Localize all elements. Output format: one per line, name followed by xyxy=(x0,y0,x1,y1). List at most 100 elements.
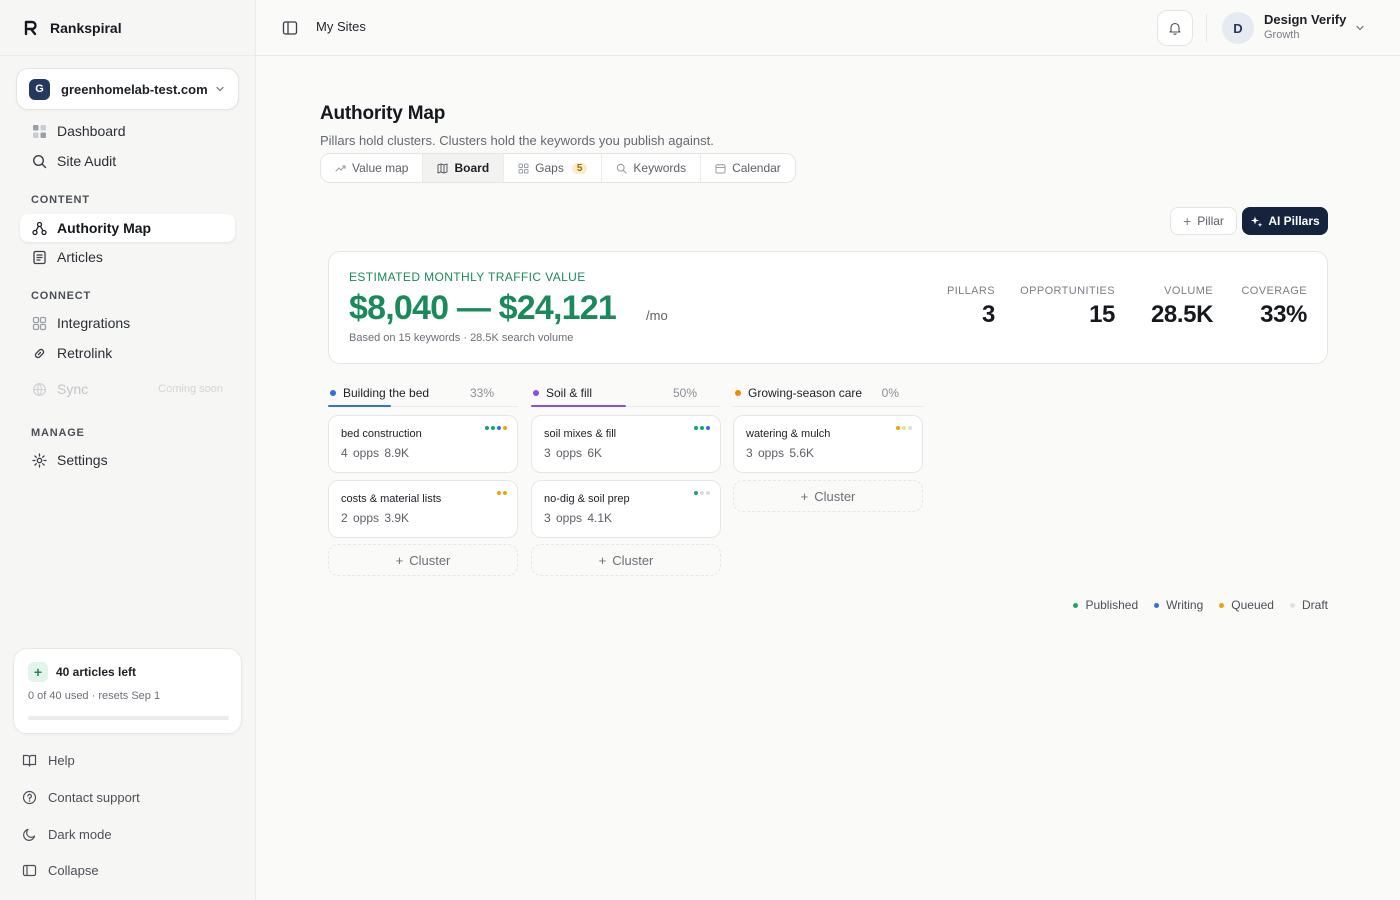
pillar-header[interactable]: Soil & fill 50% xyxy=(531,379,721,407)
topbar: My Sites D Design Verify Growth xyxy=(256,0,1400,56)
pillar-name: Soil & fill xyxy=(546,385,593,400)
sidebar-item-articles[interactable]: Articles xyxy=(20,243,235,271)
notifications-button[interactable] xyxy=(1157,10,1193,46)
tab-calendar[interactable]: Calendar xyxy=(701,154,795,182)
add-cluster-button[interactable]: + Cluster xyxy=(328,544,518,576)
status-dot xyxy=(694,491,698,495)
sidebar-item-authority-map[interactable]: Authority Map xyxy=(20,214,235,242)
cluster-volume: 3.9K xyxy=(384,511,410,525)
status-dot xyxy=(497,491,501,495)
rankspiral-logo-icon xyxy=(24,20,37,36)
add-cluster-label: Cluster xyxy=(409,552,451,568)
tab-board[interactable]: Board xyxy=(423,154,505,182)
article-credits-card[interactable]: + 40 articles left 0 of 40 used · resets… xyxy=(13,648,242,734)
brand[interactable]: Rankspiral xyxy=(24,18,122,38)
sidebar-item-retrolink[interactable]: Retrolink xyxy=(20,339,235,367)
gear-icon xyxy=(31,452,47,468)
legend-dot xyxy=(1219,602,1225,608)
stat-value: 3 xyxy=(982,301,995,328)
user-plan: Growth xyxy=(1264,29,1300,41)
pillar-dot xyxy=(735,389,741,396)
status-dot xyxy=(896,426,900,430)
sidebar: Rankspiral G greenhomelab-test.com Dashb… xyxy=(0,0,256,900)
help-link[interactable]: Help xyxy=(22,750,75,770)
status-dots xyxy=(896,426,912,430)
sidebar-item-dashboard[interactable]: Dashboard xyxy=(20,117,235,145)
pillar-percent: 33% xyxy=(469,385,494,400)
book-icon xyxy=(22,753,37,768)
legend-label: Writing xyxy=(1166,598,1204,612)
stat-volume: VOLUME 28.5K xyxy=(1151,285,1213,329)
dark-mode-toggle[interactable]: Dark mode xyxy=(22,824,112,844)
sidebar-item-settings[interactable]: Settings xyxy=(20,446,235,474)
pillar-dot xyxy=(533,389,539,396)
cluster-opps: 2 opps xyxy=(341,511,380,525)
cluster-opps: 4 opps xyxy=(341,446,380,460)
contact-support-label: Contact support xyxy=(48,789,140,805)
sidebar-item-site-audit[interactable]: Site Audit xyxy=(20,147,235,175)
legend-dot xyxy=(1289,602,1295,608)
ai-pillars-button[interactable]: AI Pillars xyxy=(1242,207,1328,235)
status-dot xyxy=(694,426,698,430)
tab-value-map[interactable]: Value map xyxy=(321,154,424,182)
plus-icon: + xyxy=(395,552,404,568)
legend-item-draft: Draft xyxy=(1289,598,1328,612)
add-pillar-button[interactable]: + Pillar xyxy=(1170,207,1237,235)
cluster-opps: 3 opps xyxy=(544,446,583,460)
credits-subtitle: 0 of 40 used · resets Sep 1 xyxy=(28,690,161,702)
pillar-dot xyxy=(330,389,336,396)
stat-coverage: COVERAGE 33% xyxy=(1241,285,1307,329)
traffic-value-amount: $8,040 — $24,121 xyxy=(349,289,617,327)
contact-support-link[interactable]: Contact support xyxy=(22,787,140,807)
status-dots xyxy=(497,491,507,495)
cluster-card[interactable]: bed construction 4 opps 8.9K xyxy=(328,415,518,473)
user-name[interactable]: Design Verify xyxy=(1264,12,1346,27)
tab-gaps[interactable]: Gaps 5 xyxy=(504,154,603,182)
add-cluster-label: Cluster xyxy=(814,488,856,504)
sidebar-item-label: Articles xyxy=(57,249,103,265)
breadcrumb[interactable]: My Sites xyxy=(316,19,366,34)
ai-pillars-label: AI Pillars xyxy=(1268,214,1320,228)
cluster-meta: 3 opps 4.1K xyxy=(544,511,612,525)
cluster-card[interactable]: soil mixes & fill 3 opps 6K xyxy=(531,415,721,473)
cluster-volume: 6K xyxy=(587,446,603,460)
collapse-button[interactable]: Collapse xyxy=(22,860,99,880)
cluster-card[interactable]: watering & mulch 3 opps 5.6K xyxy=(733,415,923,473)
credits-title: 40 articles left xyxy=(56,665,137,679)
add-pillar-label: Pillar xyxy=(1197,214,1224,228)
avatar[interactable]: D xyxy=(1222,12,1254,44)
sidebar-item-sync: Sync Coming soon xyxy=(20,375,235,403)
add-cluster-button[interactable]: + Cluster xyxy=(531,544,721,576)
trend-icon xyxy=(335,163,346,174)
stat-opportunities: OPPORTUNITIES 15 xyxy=(1020,285,1115,329)
divider xyxy=(1206,14,1207,42)
cluster-name: watering & mulch xyxy=(746,428,831,440)
sidebar-item-integrations[interactable]: Integrations xyxy=(20,309,235,337)
sidebar-toggle-icon[interactable] xyxy=(282,20,298,36)
tab-label: Board xyxy=(454,161,490,175)
cluster-meta: 4 opps 8.9K xyxy=(341,446,409,460)
coming-soon-badge: Coming soon xyxy=(158,383,223,395)
status-dot xyxy=(706,426,710,430)
tab-label: Calendar xyxy=(732,161,781,175)
tab-keywords[interactable]: Keywords xyxy=(602,154,702,182)
pillar-header[interactable]: Growing-season care 0% xyxy=(733,379,923,407)
sidebar-item-label: Integrations xyxy=(57,315,131,331)
legend-item-queued: Queued xyxy=(1219,598,1274,612)
cluster-meta: 3 opps 5.6K xyxy=(746,446,814,460)
add-cluster-button[interactable]: + Cluster xyxy=(733,480,923,512)
pillar-header[interactable]: Building the bed 33% xyxy=(328,379,518,407)
legend-dot xyxy=(1154,602,1160,608)
status-dot xyxy=(908,426,912,430)
cluster-name: bed construction xyxy=(341,428,422,440)
site-selector[interactable]: G greenhomelab-test.com xyxy=(16,68,239,110)
plus-icon: + xyxy=(598,552,607,568)
cluster-card[interactable]: costs & material lists 2 opps 3.9K xyxy=(328,480,518,538)
legend-dot xyxy=(1073,602,1079,608)
legend-item-published: Published xyxy=(1073,598,1138,612)
status-dot xyxy=(491,426,495,430)
chevron-down-icon[interactable] xyxy=(1354,22,1366,34)
cluster-card[interactable]: no-dig & soil prep 3 opps 4.1K xyxy=(531,480,721,538)
search-icon xyxy=(31,153,47,169)
board-icon xyxy=(437,163,448,174)
